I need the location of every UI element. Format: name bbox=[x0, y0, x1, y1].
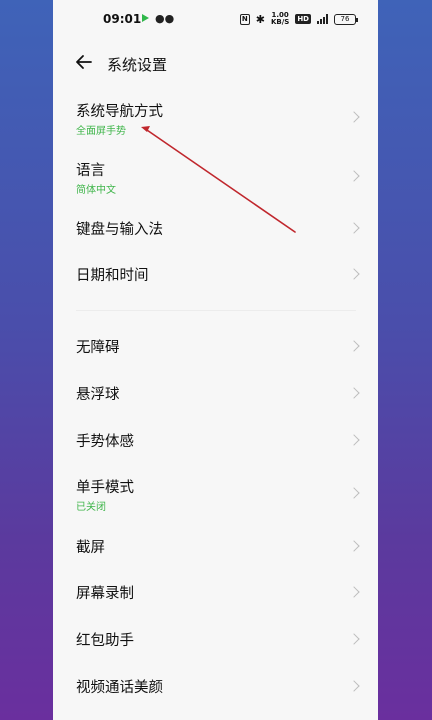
page-title: 系统设置 bbox=[107, 56, 168, 74]
chevron-right-icon bbox=[348, 633, 360, 645]
wechat-icon: ●● bbox=[155, 12, 175, 25]
network-speed-unit: KB/S bbox=[270, 18, 290, 26]
row-label: 视频通话美颜 bbox=[76, 680, 163, 696]
row-label: 语言 bbox=[76, 163, 105, 179]
chevron-right-icon bbox=[348, 680, 360, 692]
status-bar: 09:01 ●● N ✱ 1.00 KB/S HD 76 bbox=[53, 0, 378, 40]
status-time: 09:01 bbox=[103, 12, 142, 26]
header: 系统设置 bbox=[53, 48, 378, 80]
setting-row-navigation[interactable]: 系统导航方式 全面屏手势 bbox=[53, 96, 378, 144]
phone-screen: 09:01 ●● N ✱ 1.00 KB/S HD 76 系统设置 系统导航方式… bbox=[53, 0, 378, 720]
setting-row-screen-record[interactable]: 屏幕录制 bbox=[53, 576, 378, 610]
row-label: 手势体感 bbox=[76, 434, 134, 450]
nfc-icon: N bbox=[239, 13, 250, 25]
row-label: 日期和时间 bbox=[76, 268, 149, 284]
chevron-right-icon bbox=[348, 111, 360, 123]
row-label: 悬浮球 bbox=[76, 387, 120, 403]
chevron-right-icon bbox=[348, 170, 360, 182]
row-subtitle: 简体中文 bbox=[76, 185, 116, 196]
status-icons: N ✱ 1.00 KB/S HD 76 bbox=[239, 12, 358, 26]
chevron-right-icon bbox=[348, 340, 360, 352]
signal-icon bbox=[317, 14, 328, 24]
setting-row-screenshot[interactable]: 截屏 bbox=[53, 530, 378, 564]
row-label: 无障碍 bbox=[76, 340, 120, 356]
bluetooth-icon: ✱ bbox=[255, 12, 265, 26]
setting-row-floating-ball[interactable]: 悬浮球 bbox=[53, 377, 378, 411]
chevron-right-icon bbox=[348, 586, 360, 598]
setting-row-date-time[interactable]: 日期和时间 bbox=[53, 258, 378, 292]
back-arrow-icon[interactable] bbox=[75, 53, 93, 71]
setting-row-gesture-motion[interactable]: 手势体感 bbox=[53, 424, 378, 458]
hd-icon: HD bbox=[295, 14, 311, 24]
chevron-right-icon bbox=[348, 540, 360, 552]
section-divider bbox=[76, 310, 356, 311]
row-subtitle: 全面屏手势 bbox=[76, 126, 126, 137]
row-label: 屏幕录制 bbox=[76, 586, 134, 602]
setting-row-keyboard[interactable]: 键盘与输入法 bbox=[53, 212, 378, 246]
setting-row-language[interactable]: 语言 简体中文 bbox=[53, 155, 378, 203]
battery-icon: 76 bbox=[334, 13, 358, 25]
chevron-right-icon bbox=[348, 434, 360, 446]
row-label: 红包助手 bbox=[76, 633, 134, 649]
setting-row-accessibility[interactable]: 无障碍 bbox=[53, 330, 378, 364]
setting-row-video-beauty[interactable]: 视频通话美颜 bbox=[53, 670, 378, 704]
row-label: 单手模式 bbox=[76, 480, 134, 496]
setting-row-red-packet[interactable]: 红包助手 bbox=[53, 623, 378, 657]
row-label: 键盘与输入法 bbox=[76, 222, 163, 238]
row-subtitle: 已关闭 bbox=[76, 502, 106, 513]
chevron-right-icon bbox=[348, 222, 360, 234]
row-label: 系统导航方式 bbox=[76, 104, 163, 120]
chevron-right-icon bbox=[348, 387, 360, 399]
play-icon bbox=[142, 14, 149, 22]
row-label: 截屏 bbox=[76, 540, 105, 556]
setting-row-one-hand[interactable]: 单手模式 已关闭 bbox=[53, 472, 378, 520]
chevron-right-icon bbox=[348, 487, 360, 499]
chevron-right-icon bbox=[348, 268, 360, 280]
network-speed: 1.00 KB/S bbox=[271, 12, 289, 26]
